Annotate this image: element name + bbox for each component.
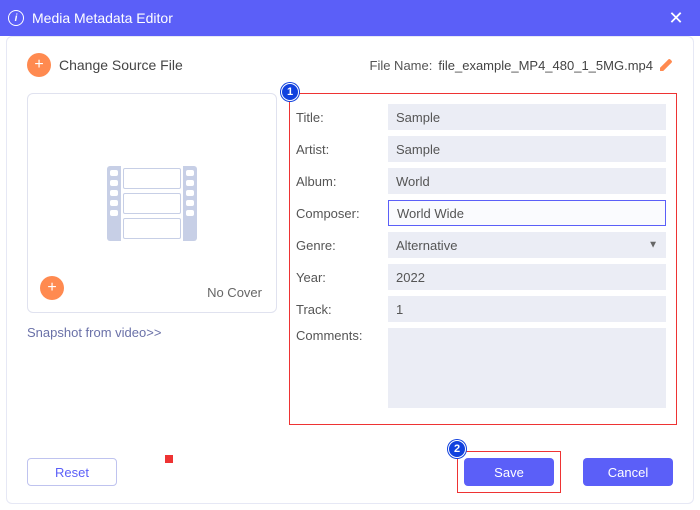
title-input[interactable] bbox=[388, 104, 666, 130]
track-input[interactable] bbox=[388, 296, 666, 322]
change-source-icon[interactable]: + bbox=[27, 53, 51, 77]
year-label: Year: bbox=[296, 270, 376, 285]
composer-label: Composer: bbox=[296, 206, 376, 221]
change-source-link[interactable]: Change Source File bbox=[59, 57, 183, 73]
content-panel: + Change Source File File Name: file_exa… bbox=[6, 36, 694, 504]
close-button[interactable]: ✕ bbox=[660, 2, 692, 34]
track-label: Track: bbox=[296, 302, 376, 317]
filename-label: File Name: bbox=[370, 58, 433, 73]
footer: Reset 2 Save Cancel bbox=[7, 451, 693, 493]
top-row: + Change Source File File Name: file_exa… bbox=[23, 53, 677, 93]
left-column: + No Cover Snapshot from video>> bbox=[23, 93, 273, 425]
artist-label: Artist: bbox=[296, 142, 376, 157]
genre-select[interactable]: Alternative ▼ bbox=[388, 232, 666, 258]
album-label: Album: bbox=[296, 174, 376, 189]
save-callout-box: 2 Save bbox=[457, 451, 561, 493]
album-input[interactable] bbox=[388, 168, 666, 194]
filename-value: file_example_MP4_480_1_5MG.mp4 bbox=[438, 58, 653, 73]
no-cover-label: No Cover bbox=[207, 285, 262, 300]
genre-label: Genre: bbox=[296, 238, 376, 253]
window: i Media Metadata Editor ✕ + Change Sourc… bbox=[0, 0, 700, 510]
callout-badge-2: 2 bbox=[448, 440, 466, 458]
comments-input[interactable] bbox=[388, 328, 666, 408]
body: + No Cover Snapshot from video>> 1 Title… bbox=[23, 93, 677, 425]
edit-filename-icon[interactable] bbox=[659, 58, 673, 72]
titlebar: i Media Metadata Editor ✕ bbox=[0, 0, 700, 36]
info-icon: i bbox=[8, 10, 24, 26]
chevron-down-icon: ▼ bbox=[648, 240, 658, 251]
snapshot-link[interactable]: Snapshot from video>> bbox=[27, 325, 273, 340]
cancel-button[interactable]: Cancel bbox=[583, 458, 673, 486]
composer-input[interactable] bbox=[388, 200, 666, 226]
reset-button[interactable]: Reset bbox=[27, 458, 117, 486]
cover-art-box: + No Cover bbox=[27, 93, 277, 313]
add-cover-button[interactable]: + bbox=[40, 276, 64, 300]
right-column: 1 Title: Artist: Album: Co bbox=[289, 93, 677, 425]
filename-display: File Name: file_example_MP4_480_1_5MG.mp… bbox=[370, 58, 674, 73]
year-input[interactable] bbox=[388, 264, 666, 290]
comments-label: Comments: bbox=[296, 328, 376, 343]
genre-value: Alternative bbox=[396, 238, 457, 253]
callout-badge-1: 1 bbox=[281, 83, 299, 101]
save-button[interactable]: Save bbox=[464, 458, 554, 486]
artist-input[interactable] bbox=[388, 136, 666, 162]
cover-placeholder-icon bbox=[107, 166, 197, 241]
window-title: Media Metadata Editor bbox=[32, 10, 173, 26]
title-label: Title: bbox=[296, 110, 376, 125]
metadata-form: Title: Artist: Album: Composer: bbox=[289, 93, 677, 425]
